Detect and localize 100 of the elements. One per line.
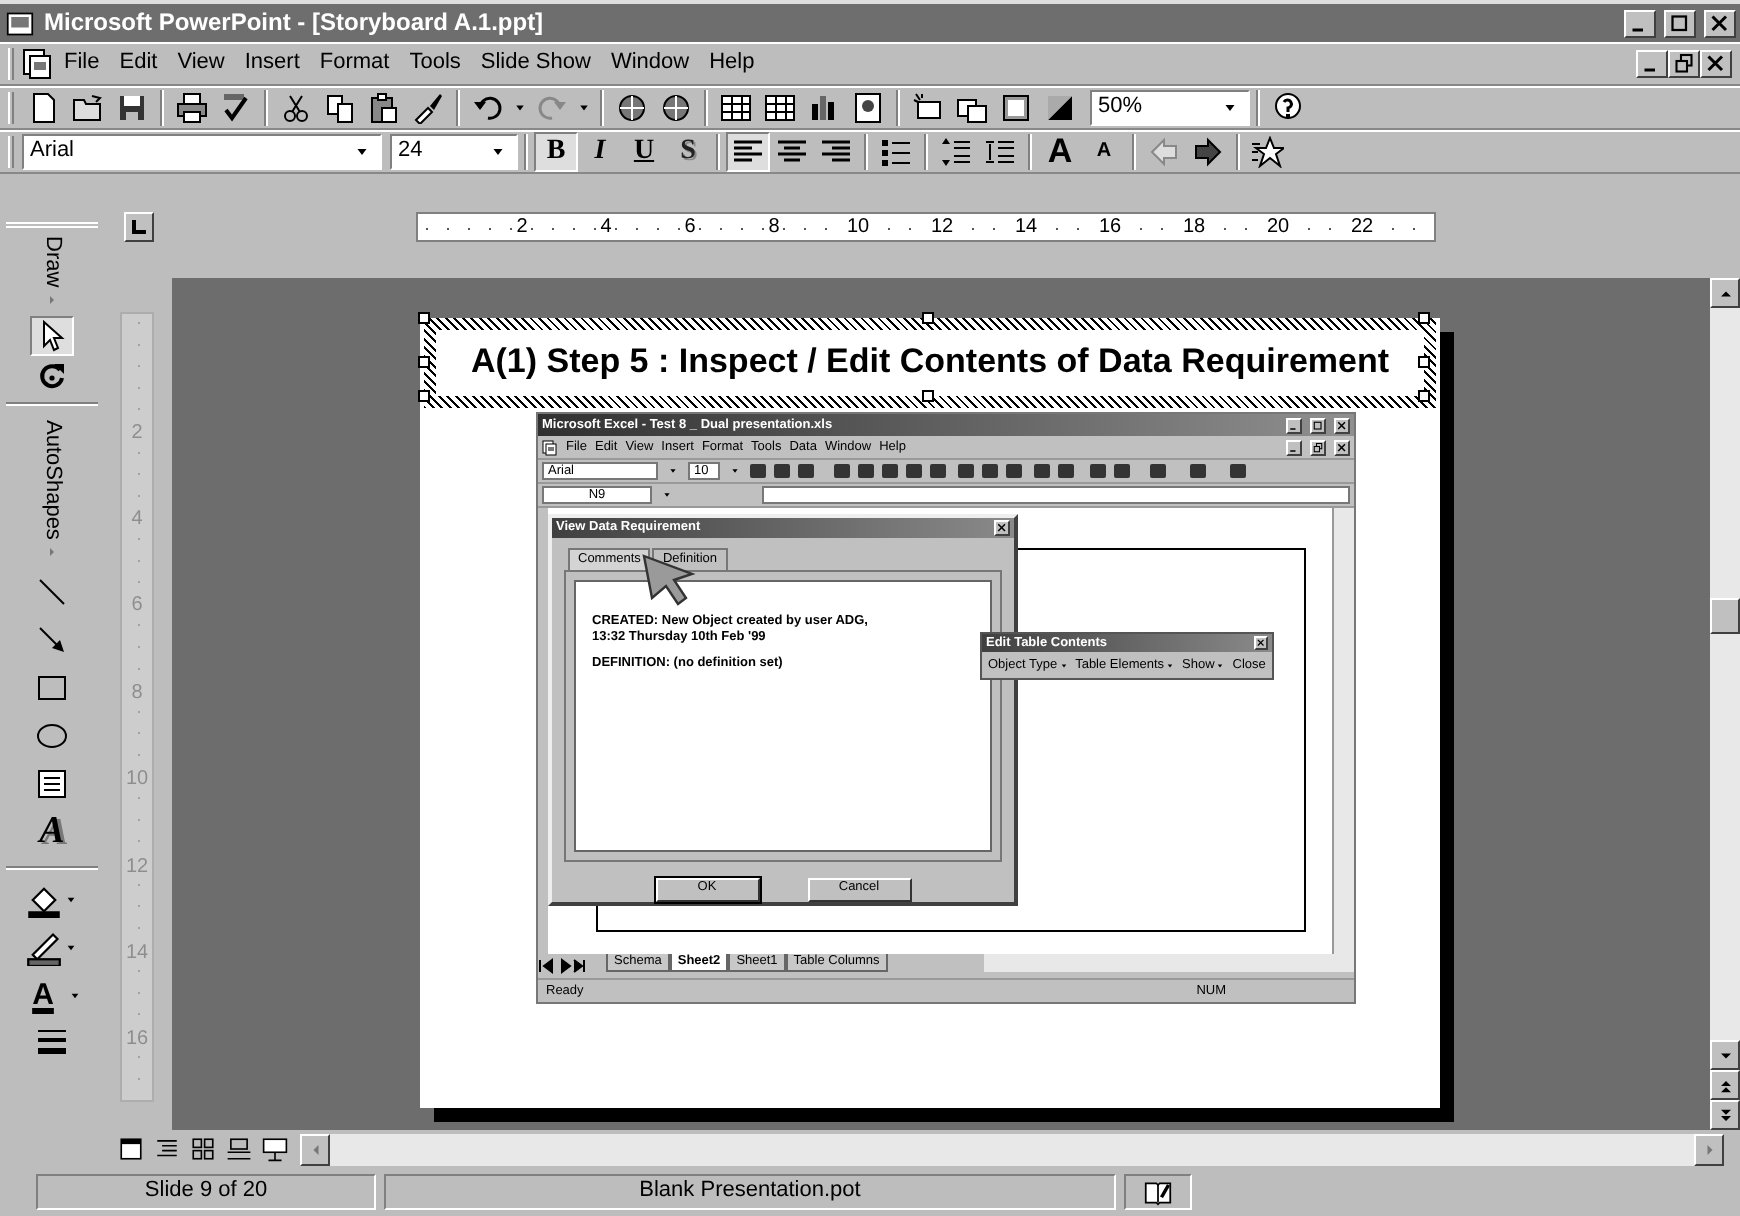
line-spacing-icon[interactable]: [984, 136, 1016, 168]
slide-title[interactable]: A(1) Step 5 : Inspect / Edit Contents of Data Requirement: [470, 342, 1390, 384]
resize-handle[interactable]: [418, 355, 430, 367]
line-spacing-icon[interactable]: [940, 136, 972, 168]
maximize-icon[interactable]: [1668, 11, 1692, 35]
copy-icon[interactable]: [324, 92, 356, 124]
zoom-field[interactable]: 50%: [1090, 90, 1250, 126]
normal-view-icon[interactable]: [117, 1136, 143, 1162]
line-icon[interactable]: [36, 575, 68, 608]
close-icon[interactable]: [1708, 11, 1732, 35]
grow-font-button[interactable]: A: [1038, 132, 1082, 172]
menu-item[interactable]: Draw: [38, 236, 66, 288]
formula-field[interactable]: [762, 486, 1350, 504]
ruler-number: 2: [131, 423, 143, 444]
menu-item[interactable]: Edit: [109, 48, 168, 80]
align-left-button[interactable]: [726, 132, 770, 172]
scrollbar[interactable]: [983, 954, 1354, 972]
arrow-icon[interactable]: [36, 623, 68, 656]
close-icon[interactable]: [1336, 441, 1348, 453]
oval-icon[interactable]: [36, 719, 68, 752]
undo-icon[interactable]: [472, 92, 504, 124]
menu-item[interactable]: File: [54, 48, 110, 80]
ruler-number: 14: [1012, 215, 1040, 237]
restore-icon[interactable]: [1672, 52, 1696, 76]
resize-handle[interactable]: [418, 390, 430, 402]
notes-view-icon[interactable]: [225, 1136, 251, 1162]
underline-button[interactable]: U: [622, 132, 666, 172]
align-center-icon: [776, 136, 808, 168]
document-icon[interactable]: [542, 439, 558, 455]
slide-icon[interactable]: [1000, 92, 1032, 124]
resize-handle[interactable]: [1418, 312, 1430, 324]
tab-stop-icon[interactable]: [124, 211, 154, 241]
new-slide-icon[interactable]: [912, 92, 944, 124]
help-icon[interactable]: [1272, 92, 1304, 124]
select-button[interactable]: [30, 315, 74, 356]
menu-item[interactable]: Slide Show: [470, 48, 601, 80]
scrollbar-thumb[interactable]: [1710, 598, 1740, 634]
resize-handle[interactable]: [922, 312, 934, 324]
close-icon[interactable]: [996, 522, 1008, 534]
maximize-icon[interactable]: [1312, 419, 1324, 431]
menu-item[interactable]: AutoShapes: [38, 419, 66, 540]
scissors-icon[interactable]: [280, 92, 312, 124]
menu-item[interactable]: Insert: [234, 48, 310, 80]
contrast-icon[interactable]: [1044, 92, 1076, 124]
brush-icon[interactable]: [412, 92, 444, 124]
ruler-number: 20: [1264, 215, 1292, 237]
bullet-list-icon[interactable]: [880, 136, 912, 168]
toolbar-icons-drawing[interactable]: [750, 462, 1250, 480]
globe-icon[interactable]: [616, 92, 648, 124]
resize-handle[interactable]: [418, 312, 430, 324]
slide-sorter-icon[interactable]: [189, 1136, 215, 1162]
portrait-icon[interactable]: [852, 92, 884, 124]
star-icon[interactable]: [1252, 136, 1284, 168]
table-icon[interactable]: [720, 92, 752, 124]
resize-handle[interactable]: [1418, 390, 1430, 402]
text-box-icon[interactable]: [36, 767, 68, 800]
document-icon[interactable]: [28, 92, 60, 124]
bold-button[interactable]: B: [534, 132, 578, 172]
rotate-icon[interactable]: [36, 359, 68, 392]
document-icon[interactable]: [22, 48, 54, 80]
resize-handle[interactable]: [922, 390, 934, 402]
printer-icon[interactable]: [176, 92, 208, 124]
italic-button[interactable]: I: [578, 132, 622, 172]
rectangle-icon[interactable]: [36, 671, 68, 704]
scrollbar[interactable]: [1710, 278, 1740, 1130]
wordart-button[interactable]: A: [30, 807, 74, 860]
spellcheck-icon[interactable]: [220, 92, 252, 124]
book-icon[interactable]: [1142, 1177, 1174, 1205]
shadow-button[interactable]: S: [666, 132, 710, 172]
menu-item[interactable]: View: [167, 48, 235, 80]
folder-icon[interactable]: [72, 92, 104, 124]
slide-show-icon[interactable]: [261, 1136, 287, 1162]
resize-handle[interactable]: [1418, 355, 1430, 367]
close-icon[interactable]: [1256, 638, 1266, 648]
ruler-number: 8: [766, 215, 782, 237]
font-field[interactable]: Arial: [22, 134, 382, 170]
font-color-button[interactable]: A: [21, 975, 65, 1016]
menu-item[interactable]: Tools: [399, 48, 471, 80]
right-arrow-icon[interactable]: [1192, 136, 1224, 168]
close-icon[interactable]: [1704, 52, 1728, 76]
menu-item[interactable]: Window: [600, 48, 700, 80]
shrink-font-button[interactable]: A: [1082, 132, 1126, 172]
font-size-field[interactable]: 24: [390, 134, 518, 170]
table-icon[interactable]: [764, 92, 796, 124]
ruler-number: 12: [928, 215, 956, 237]
restore-icon[interactable]: [1312, 441, 1324, 453]
ruler-number: 2: [514, 215, 530, 237]
pen-icon[interactable]: [25, 929, 61, 966]
ruler-number: 16: [1096, 215, 1124, 237]
outline-view-icon[interactable]: [153, 1136, 179, 1162]
left-arrow-icon[interactable]: [1148, 136, 1180, 168]
globe-icon[interactable]: [660, 92, 692, 124]
clipboard-icon[interactable]: [368, 92, 400, 124]
scrollbar[interactable]: [1332, 508, 1354, 954]
ruler-number: 18: [1180, 215, 1208, 237]
close-icon[interactable]: [1336, 419, 1348, 431]
menu-item[interactable]: Help: [699, 48, 765, 80]
chart-icon[interactable]: [808, 92, 840, 124]
selection-border[interactable]: A(1) Step 5 : Inspect / Edit Contents of Data Requirement: [424, 318, 1436, 408]
menu-item[interactable]: Format: [309, 48, 400, 80]
